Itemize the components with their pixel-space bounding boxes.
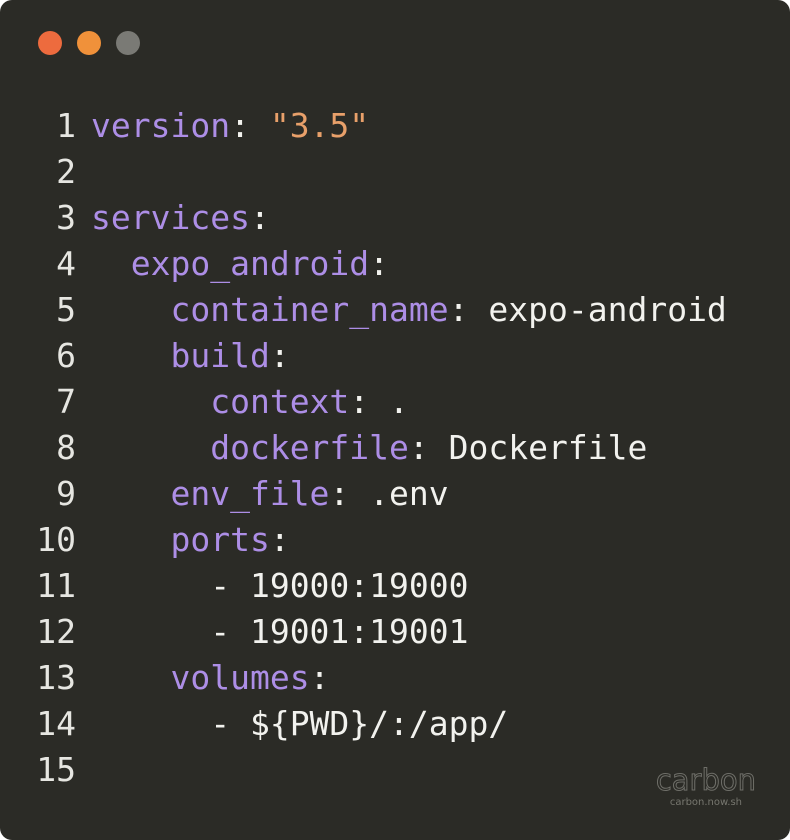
- yaml-value: .: [389, 382, 409, 421]
- code-line: 13 volumes:: [0, 655, 727, 701]
- yaml-value: expo-android: [488, 290, 727, 329]
- minimize-dot-icon: [77, 31, 101, 55]
- yaml-value: - 19000:19000: [210, 566, 469, 605]
- yaml-colon: :: [249, 198, 270, 237]
- code-line: 12 - 19001:19001: [0, 609, 727, 655]
- line-content: build:: [91, 333, 290, 379]
- line-number: 1: [56, 106, 76, 145]
- line-number: 6: [56, 336, 76, 375]
- code-window: 1 version: "3.5" 2 3 services: 4 expo_android…: [0, 0, 790, 840]
- line-number: 9: [56, 474, 76, 513]
- maximize-dot-icon: [116, 31, 140, 55]
- line-number: 10: [36, 520, 76, 559]
- line-number: 15: [36, 750, 76, 789]
- code-line: 14 - ${PWD}/:/app/: [0, 701, 727, 747]
- yaml-key: env_file: [170, 474, 330, 513]
- yaml-key: ports: [170, 520, 270, 559]
- line-number: 11: [36, 566, 76, 605]
- yaml-key: version: [91, 106, 231, 145]
- yaml-colon: :: [349, 382, 390, 421]
- line-number: 13: [36, 658, 76, 697]
- line-number: 7: [56, 382, 76, 421]
- line-content: ports:: [91, 517, 290, 563]
- line-number: 14: [36, 704, 76, 743]
- yaml-value: Dockerfile: [448, 428, 648, 467]
- code-line: 15: [0, 747, 727, 793]
- yaml-value: - 19001:19001: [210, 612, 469, 651]
- carbon-url: carbon.now.sh: [669, 797, 742, 808]
- line-content: services:: [91, 195, 270, 241]
- line-number: 2: [56, 152, 76, 191]
- close-dot-icon: [38, 31, 62, 55]
- yaml-key: volumes: [170, 658, 310, 697]
- line-number: 3: [56, 198, 76, 237]
- line-number: 12: [36, 612, 76, 651]
- yaml-colon: :: [408, 428, 449, 467]
- yaml-colon: :: [309, 658, 330, 697]
- yaml-colon: :: [448, 290, 489, 329]
- yaml-colon: :: [269, 520, 290, 559]
- window-controls: [38, 31, 140, 57]
- yaml-key: expo_android: [130, 244, 370, 283]
- line-number: 8: [56, 428, 76, 467]
- yaml-key: container_name: [170, 290, 449, 329]
- yaml-value: .env: [369, 474, 449, 513]
- yaml-colon: :: [329, 474, 370, 513]
- code-line: 1 version: "3.5": [0, 103, 727, 149]
- line-content: env_file: .env: [91, 471, 449, 517]
- code-line: 10 ports:: [0, 517, 727, 563]
- yaml-key: build: [170, 336, 270, 375]
- carbon-logo: carbon: [655, 763, 756, 797]
- code-line: 2: [0, 149, 727, 195]
- yaml-string: "3.5": [269, 106, 370, 145]
- code-line: 7 context: .: [0, 379, 727, 425]
- code-line: 8 dockerfile: Dockerfile: [0, 425, 727, 471]
- code-line: 5 container_name: expo-android: [0, 287, 727, 333]
- line-content: - 19000:19000: [91, 563, 469, 609]
- line-content: expo_android:: [91, 241, 389, 287]
- yaml-key: dockerfile: [210, 428, 409, 467]
- carbon-watermark: carbon carbon.now.sh: [655, 763, 756, 809]
- line-content: dockerfile: Dockerfile: [91, 425, 647, 471]
- line-content: version: "3.5": [91, 103, 369, 149]
- line-content: - ${PWD}/:/app/: [91, 701, 508, 747]
- code-line: 11 - 19000:19000: [0, 563, 727, 609]
- code-line: 6 build:: [0, 333, 727, 379]
- yaml-colon: :: [230, 106, 270, 145]
- code-line: 3 services:: [0, 195, 727, 241]
- code-editor: 1 version: "3.5" 2 3 services: 4 expo_android…: [0, 103, 727, 793]
- line-content: volumes:: [91, 655, 329, 701]
- line-content: - 19001:19001: [91, 609, 469, 655]
- yaml-colon: :: [269, 336, 290, 375]
- yaml-value: - ${PWD}/:/app/: [210, 704, 509, 743]
- line-content: context: .: [91, 379, 409, 425]
- line-content: container_name: expo-android: [91, 287, 727, 333]
- line-number: 5: [56, 290, 76, 329]
- yaml-key: context: [210, 382, 350, 421]
- code-line: 4 expo_android:: [0, 241, 727, 287]
- yaml-key: services: [91, 198, 250, 237]
- code-line: 9 env_file: .env: [0, 471, 727, 517]
- yaml-colon: :: [369, 244, 390, 283]
- line-number: 4: [56, 244, 76, 283]
